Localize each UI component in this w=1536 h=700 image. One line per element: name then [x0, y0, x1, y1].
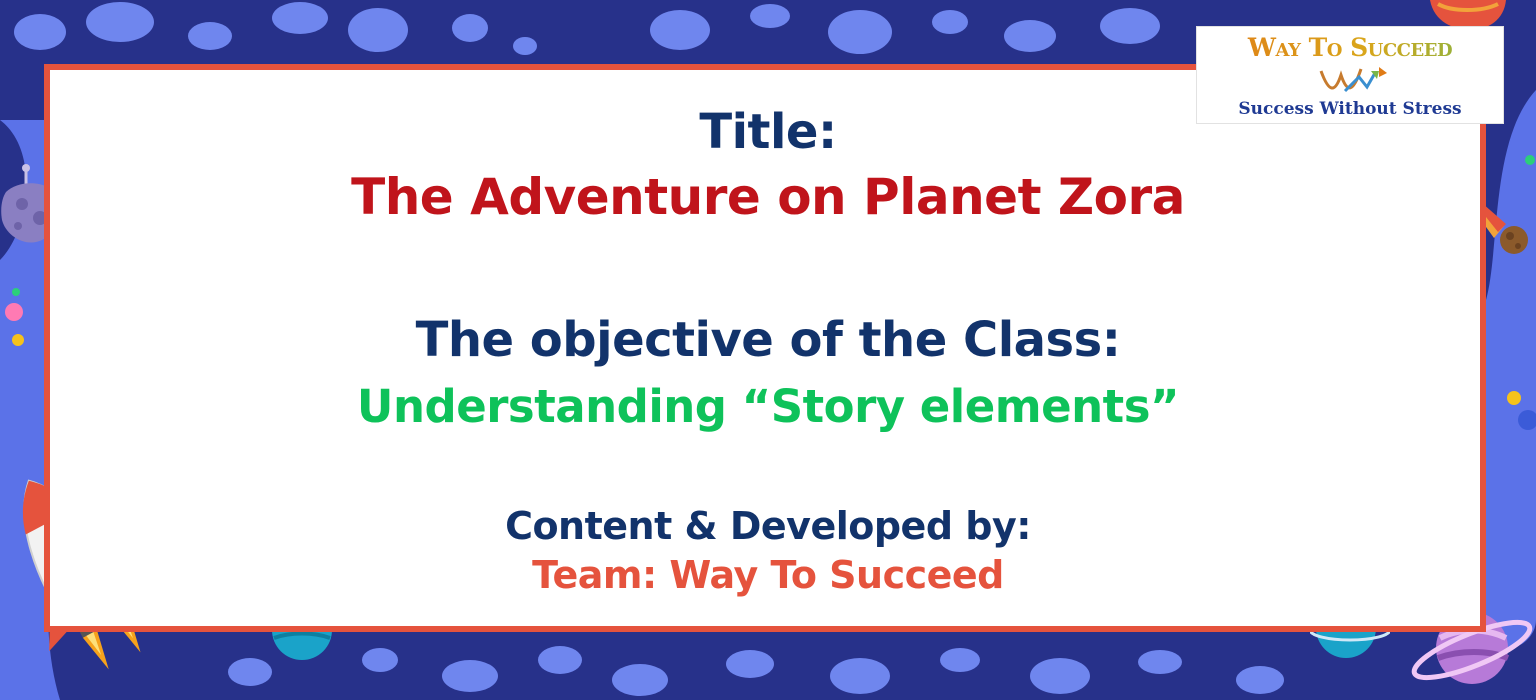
credit-label: Content & Developed by:: [505, 504, 1031, 548]
story-title: The Adventure on Planet Zora: [351, 168, 1185, 226]
objective-label: The objective of the Class:: [415, 312, 1121, 368]
brand-logo: Way To Succeed Success Without Stress: [1196, 26, 1504, 124]
wts-monogram-icon: [1319, 67, 1387, 93]
logo-tagline: Success Without Stress: [1238, 99, 1462, 119]
objective-value: Understanding “Story elements”: [356, 380, 1180, 433]
credit-value: Team: Way To Succeed: [532, 553, 1004, 597]
logo-name: Way To Succeed: [1197, 33, 1503, 62]
